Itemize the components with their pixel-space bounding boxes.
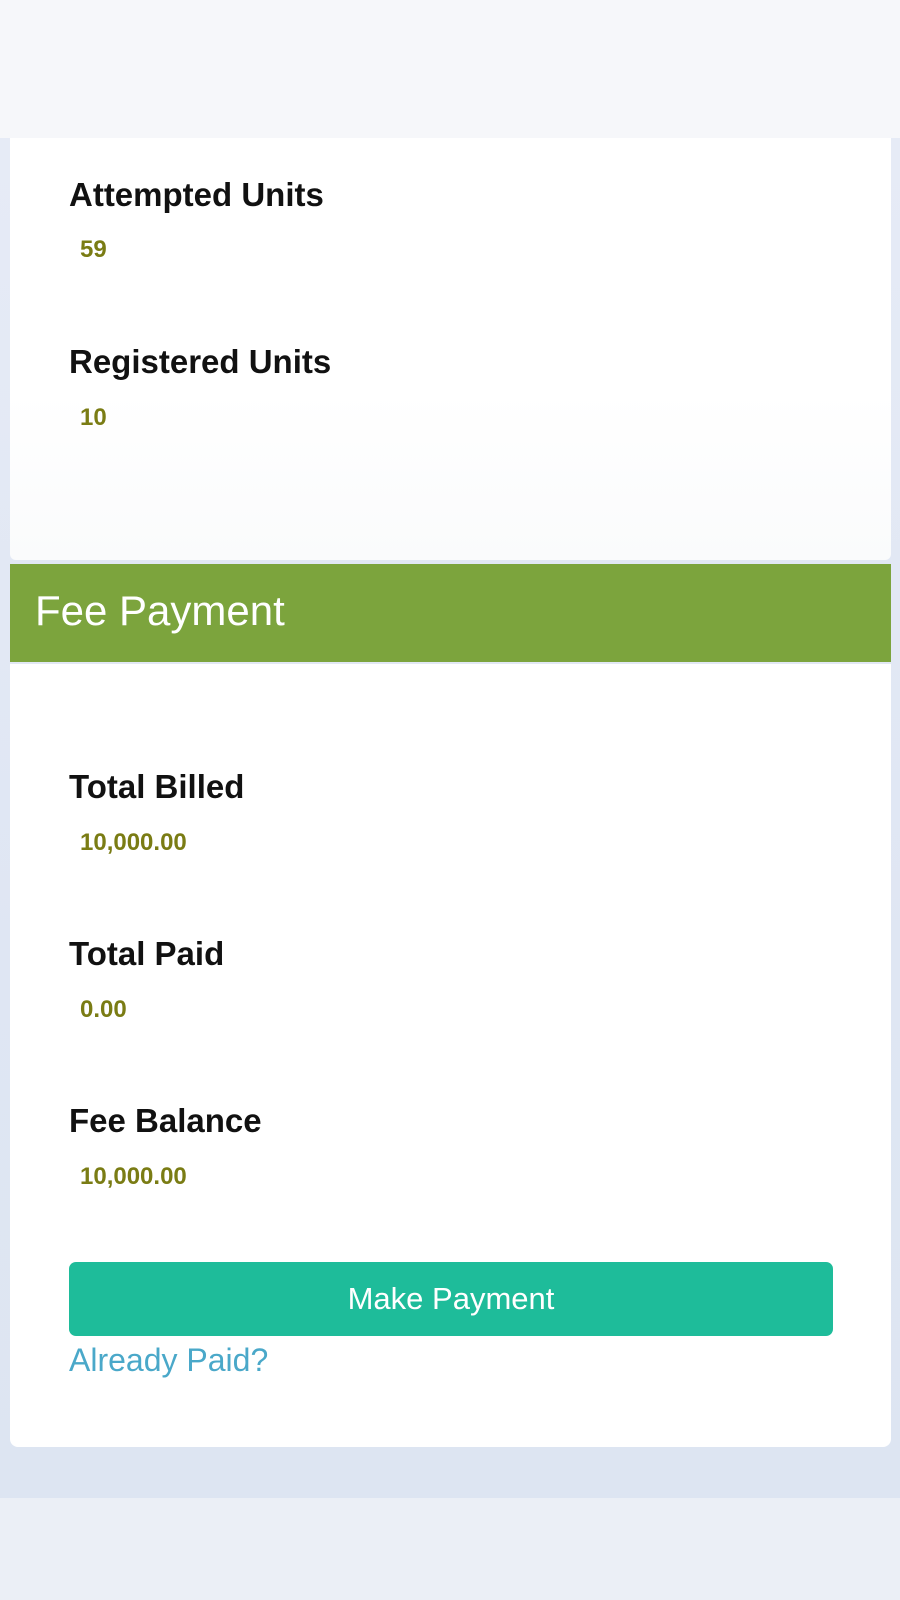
registered-units-label: Registered Units xyxy=(69,343,332,380)
units-card: Attempted Units 59 Registered Units 10 xyxy=(10,138,891,560)
already-paid-link[interactable]: Already Paid? xyxy=(69,1344,268,1376)
fee-balance-field: Fee Balance 10,000.00 xyxy=(69,1102,262,1189)
attempted-units-field: Attempted Units 59 xyxy=(69,176,324,262)
registered-units-value: 10 xyxy=(80,404,107,431)
fee-balance-value: 10,000.00 xyxy=(80,1163,187,1190)
attempted-units-value: 59 xyxy=(80,236,107,263)
total-billed-label: Total Billed xyxy=(69,768,245,805)
total-paid-label: Total Paid xyxy=(69,935,225,972)
fee-payment-title: Fee Payment xyxy=(35,587,285,634)
top-band xyxy=(0,0,900,138)
fee-payment-header: Fee Payment xyxy=(10,564,891,662)
total-billed-value: 10,000.00 xyxy=(80,829,187,856)
total-paid-value: 0.00 xyxy=(80,996,127,1023)
total-paid-field: Total Paid 0.00 xyxy=(69,935,225,1022)
attempted-units-label: Attempted Units xyxy=(69,176,324,213)
total-billed-field: Total Billed 10,000.00 xyxy=(69,768,245,855)
fee-balance-label: Fee Balance xyxy=(69,1102,262,1139)
make-payment-button[interactable]: Make Payment xyxy=(69,1262,833,1336)
registered-units-field: Registered Units 10 xyxy=(69,343,332,430)
bottom-band xyxy=(0,1498,900,1600)
